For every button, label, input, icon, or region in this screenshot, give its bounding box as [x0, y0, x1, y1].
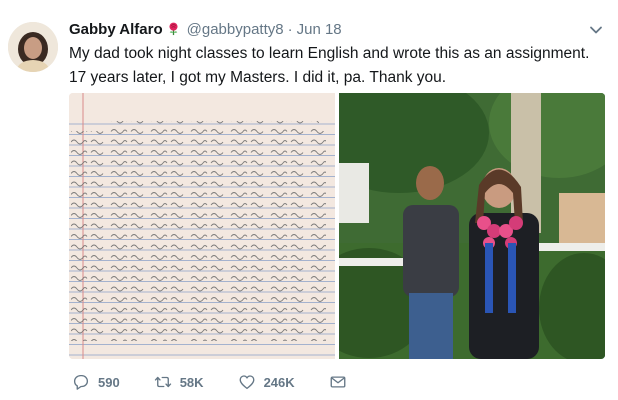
separator-dot: · — [287, 21, 293, 38]
tweet-card[interactable]: Gabby Alfaro @gabbypatty8 · Jun 18 My dad t… — [0, 0, 618, 400]
like-button[interactable]: 246K — [238, 373, 295, 391]
avatar-image — [8, 22, 58, 72]
heart-icon — [239, 375, 254, 390]
tweet-text: My dad took night classes to learn Engli… — [69, 45, 590, 86]
chevron-down-icon[interactable] — [588, 22, 604, 38]
retweet-button[interactable]: 58K — [154, 373, 204, 391]
envelope-icon — [330, 376, 346, 388]
tweet-media[interactable] — [69, 93, 605, 359]
retweet-count: 58K — [179, 374, 204, 390]
reply-button[interactable]: 590 — [72, 373, 120, 391]
avatar[interactable] — [8, 22, 58, 72]
comment-icon — [73, 374, 89, 390]
direct-message-button[interactable] — [329, 373, 347, 391]
tweet-actions: 590 58K 246K — [72, 372, 381, 392]
graduation-photo[interactable] — [309, 93, 605, 359]
retweet-icon — [154, 376, 171, 388]
author-name[interactable]: Gabby Alfaro — [69, 21, 163, 38]
handwritten-note-photo[interactable] — [69, 93, 335, 359]
reply-count: 590 — [98, 374, 120, 390]
tweet-header: Gabby Alfaro @gabbypatty8 · Jun 18 — [69, 20, 342, 40]
graduation-image — [309, 93, 605, 359]
rose-icon — [166, 21, 181, 36]
author-handle[interactable]: @gabbypatty8 — [187, 21, 284, 38]
handwritten-note-image — [69, 93, 335, 359]
tweet-date[interactable]: Jun 18 — [297, 21, 342, 38]
like-count: 246K — [263, 374, 295, 390]
